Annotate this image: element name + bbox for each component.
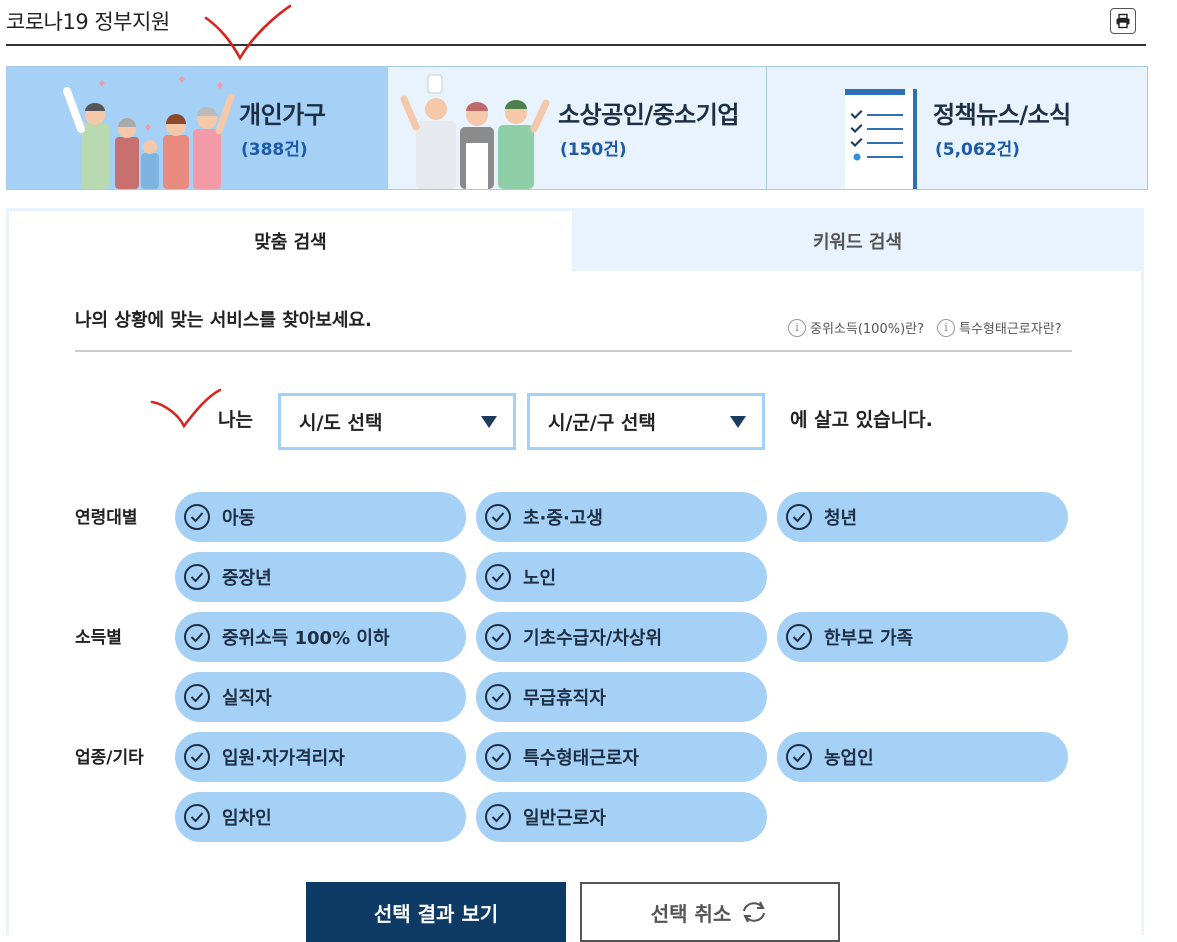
chip-label: 중장년 — [222, 568, 272, 589]
title-divider — [6, 44, 1146, 46]
family-illustration — [63, 76, 235, 189]
check-circle-icon — [184, 744, 210, 770]
special-worker-help-link[interactable]: i 특수형태근로자란? — [937, 318, 1062, 337]
dropdown-arrow-icon — [730, 415, 746, 428]
chip-label: 아동 — [222, 508, 256, 529]
group-label-occupation: 업종/기타 — [75, 748, 144, 768]
median-income-help-link[interactable]: i 중위소득(100%)란? — [788, 318, 924, 337]
check-circle-icon — [485, 504, 511, 530]
chip-label: 중위소득 100% 이하 — [222, 628, 390, 649]
card-title: 정책뉴스/소식 — [933, 101, 1071, 129]
chip-label: 입원·자가격리자 — [222, 748, 345, 769]
chip-single-parent[interactable]: 한부모 가족 — [777, 612, 1068, 662]
red-check-annotation — [204, 4, 292, 61]
chip-label: 농업인 — [824, 748, 874, 769]
chip-basic-recipient[interactable]: 기초수급자/차상위 — [476, 612, 767, 662]
card-count: (388건) — [241, 140, 308, 160]
province-select-value: 시/도 선택 — [299, 412, 383, 434]
chip-child[interactable]: 아동 — [175, 492, 466, 542]
card-count: (150건) — [560, 140, 627, 160]
card-title: 개인가구 — [239, 101, 326, 129]
info-icon: i — [937, 318, 955, 337]
check-circle-icon — [184, 804, 210, 830]
red-check-annotation — [150, 388, 222, 429]
check-circle-icon — [184, 564, 210, 590]
tab-keyword-search[interactable]: 키워드 검색 — [572, 211, 1143, 271]
province-select[interactable]: 시/도 선택 — [278, 393, 516, 450]
chip-label: 노인 — [523, 568, 557, 589]
tab-custom-search[interactable]: 맞춤 검색 — [9, 211, 572, 271]
chip-quarantine[interactable]: 입원·자가격리자 — [175, 732, 466, 782]
chip-label: 기초수급자/차상위 — [523, 628, 663, 649]
chip-general-worker[interactable]: 일반근로자 — [476, 792, 767, 842]
page-title: 코로나19 정부지원 — [6, 10, 170, 34]
print-button[interactable] — [1110, 8, 1136, 34]
check-circle-icon — [786, 504, 812, 530]
merchants-illustration — [400, 74, 550, 189]
chip-unemployed[interactable]: 실직자 — [175, 672, 466, 722]
chip-label: 임차인 — [222, 808, 272, 829]
intro-divider — [75, 350, 1072, 352]
group-label-age: 연령대별 — [75, 508, 138, 528]
chip-middle-aged[interactable]: 중장년 — [175, 552, 466, 602]
refresh-icon — [743, 901, 766, 923]
card-policy-news[interactable]: 정책뉴스/소식 (5,062건) — [767, 67, 1147, 189]
district-select[interactable]: 시/군/구 선택 — [527, 393, 765, 450]
info-icon: i — [788, 318, 806, 337]
check-circle-icon — [485, 804, 511, 830]
card-title: 소상공인/중소기업 — [558, 101, 739, 129]
chip-special-worker[interactable]: 특수형태근로자 — [476, 732, 767, 782]
help-label: 중위소득(100%)란? — [810, 322, 925, 337]
category-cards: 개인가구 (388건) 소상공인/중소기업 (150건) 정책뉴스/소식 (5,… — [6, 66, 1148, 190]
chip-label: 일반근로자 — [523, 808, 606, 829]
chip-median-income[interactable]: 중위소득 100% 이하 — [175, 612, 466, 662]
card-count: (5,062건) — [935, 140, 1020, 160]
search-intro: 나의 상황에 맞는 서비스를 찾아보세요. — [75, 310, 372, 331]
check-circle-icon — [485, 744, 511, 770]
district-select-value: 시/군/구 선택 — [548, 412, 656, 434]
chip-label: 한부모 가족 — [824, 628, 914, 649]
printer-icon — [1116, 13, 1130, 29]
chip-unpaid-leave[interactable]: 무급휴직자 — [476, 672, 767, 722]
check-circle-icon — [184, 684, 210, 710]
check-circle-icon — [786, 744, 812, 770]
card-small-business[interactable]: 소상공인/중소기업 (150건) — [388, 67, 767, 189]
chip-student[interactable]: 초·중·고생 — [476, 492, 767, 542]
chip-label: 청년 — [824, 508, 858, 529]
check-circle-icon — [485, 684, 511, 710]
chip-label: 무급휴직자 — [523, 688, 606, 709]
reset-selection-button[interactable]: 선택 취소 — [580, 882, 840, 942]
check-circle-icon — [184, 624, 210, 650]
chip-label: 실직자 — [222, 688, 272, 709]
chip-label: 특수형태근로자 — [523, 748, 639, 769]
group-label-income: 소득별 — [75, 628, 122, 648]
check-circle-icon — [184, 504, 210, 530]
location-prefix: 나는 — [218, 409, 253, 431]
chip-label: 초·중·고생 — [523, 508, 603, 529]
show-results-button[interactable]: 선택 결과 보기 — [306, 882, 566, 942]
reset-label: 선택 취소 — [650, 901, 732, 926]
card-personal-household[interactable]: 개인가구 (388건) — [7, 67, 388, 189]
help-label: 특수형태근로자란? — [959, 322, 1062, 337]
chip-farmer[interactable]: 농업인 — [777, 732, 1068, 782]
dropdown-arrow-icon — [481, 415, 497, 428]
location-suffix: 에 살고 있습니다. — [790, 409, 933, 431]
check-circle-icon — [485, 564, 511, 590]
chip-elderly[interactable]: 노인 — [476, 552, 767, 602]
check-circle-icon — [485, 624, 511, 650]
check-circle-icon — [786, 624, 812, 650]
checklist-illustration — [845, 89, 917, 189]
chip-tenant[interactable]: 임차인 — [175, 792, 466, 842]
chip-youth[interactable]: 청년 — [777, 492, 1068, 542]
